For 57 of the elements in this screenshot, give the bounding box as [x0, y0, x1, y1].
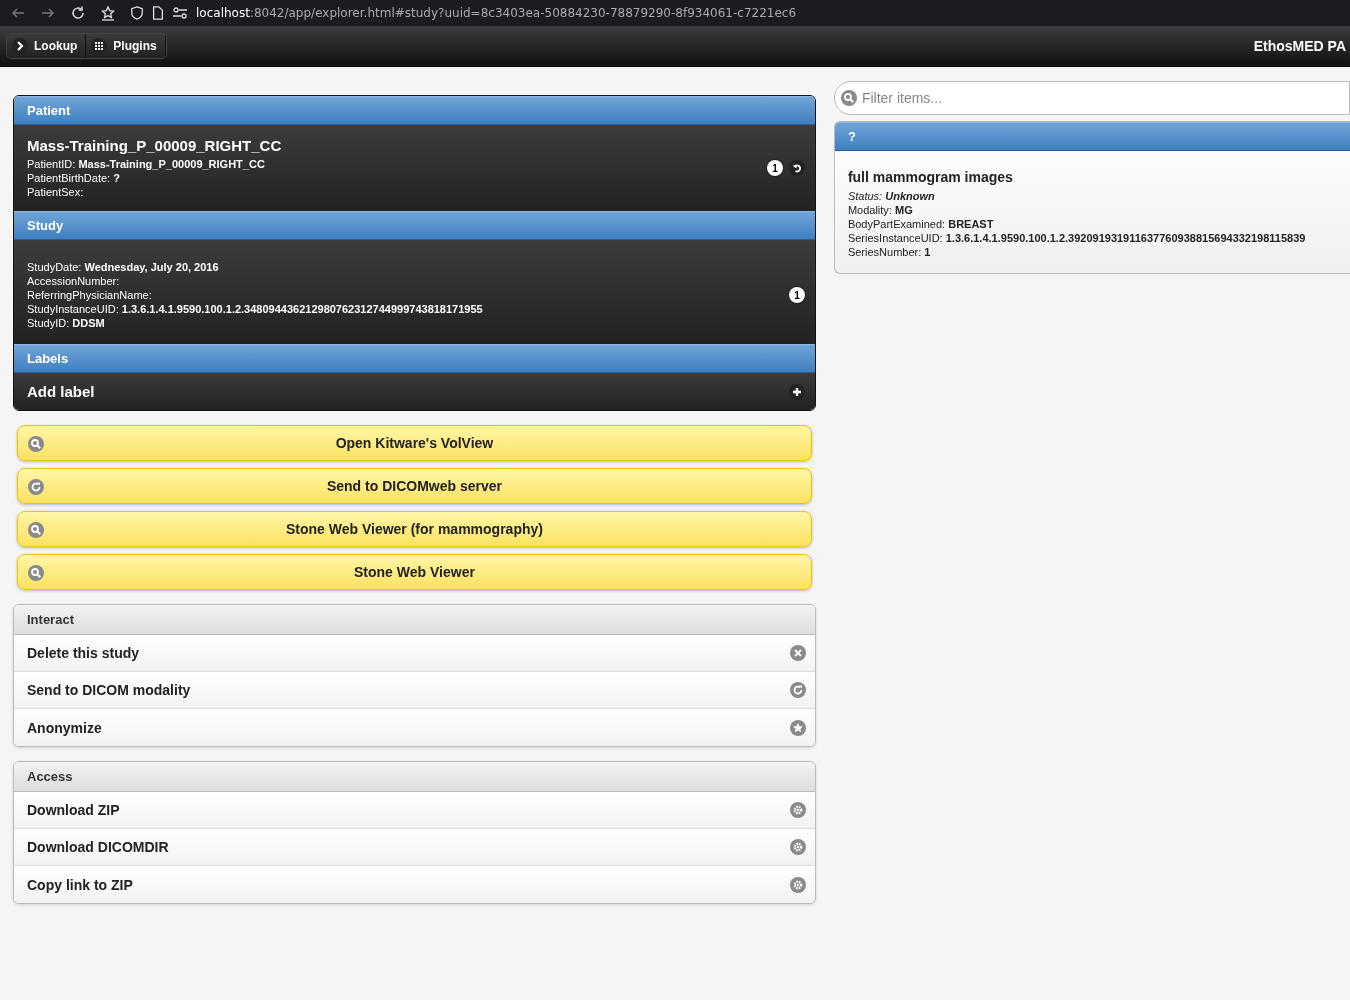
- plus-icon: [788, 383, 805, 400]
- info-line: StudyDate: Wednesday, July 20, 2016: [27, 260, 220, 274]
- settings-icon[interactable]: [172, 7, 188, 19]
- plugin-button[interactable]: Stone Web Viewer: [17, 554, 812, 590]
- section-header: Labels: [14, 344, 815, 373]
- action-item[interactable]: Delete this study: [14, 635, 815, 672]
- info-line: SeriesNumber: 1: [847, 245, 932, 259]
- info-line: PatientID: Mass-Training_P_00009_RIGHT_CC: [27, 157, 266, 171]
- gear-icon: [789, 802, 806, 818]
- action-item[interactable]: Anonymize: [14, 709, 815, 746]
- series-title: full mammogram images: [847, 169, 1014, 185]
- info-line: SeriesInstanceUID: 1.3.6.1.4.1.9590.100.1.2.392091931911637760938815694332198115839: [847, 231, 1307, 245]
- chevron-icon: [12, 38, 28, 54]
- filter-field[interactable]: Filter items...: [833, 81, 1350, 115]
- grid-icon: [91, 38, 108, 54]
- section-header: Patient: [14, 96, 815, 125]
- search-icon: [28, 436, 44, 452]
- count-badge: 1: [766, 160, 783, 176]
- info-line: StudyID: DDSM: [27, 316, 106, 330]
- plugin-button[interactable]: Stone Web Viewer (for mammography): [17, 511, 812, 547]
- list-header: Access: [14, 762, 815, 792]
- search-icon: [28, 522, 44, 538]
- plugin-button[interactable]: Send to DICOMweb server: [17, 468, 812, 504]
- page-icon: [152, 6, 164, 20]
- gear-icon: [789, 876, 806, 893]
- plugin-button[interactable]: Open Kitware's VolView: [17, 425, 812, 461]
- patient-name: Mass-Training_P_00009_RIGHT_CC: [27, 137, 283, 154]
- toolbar-button[interactable]: Lookup: [7, 34, 87, 58]
- count-badge: 1: [788, 287, 805, 303]
- search-icon: [28, 565, 44, 581]
- app-title: EthosMED PA: [1253, 38, 1346, 54]
- info-line: ReferringPhysicianName:: [27, 288, 153, 302]
- action-item[interactable]: Send to DICOM modality: [14, 672, 815, 709]
- info-line: PatientBirthDate: ?: [27, 171, 121, 185]
- info-line: Status: Unknown: [847, 189, 936, 203]
- gear-icon: [789, 839, 806, 855]
- list-header: Interact: [14, 605, 815, 635]
- info-line: PatientSex:: [27, 185, 85, 199]
- section-header: Study: [14, 211, 815, 240]
- undo-icon: [788, 160, 805, 176]
- shield-icon[interactable]: [130, 6, 144, 20]
- refresh-icon: [789, 682, 806, 698]
- action-item[interactable]: Download ZIP: [14, 792, 815, 829]
- action-item[interactable]: Download DICOMDIR: [14, 829, 815, 866]
- bookmark-star-icon[interactable]: [100, 5, 116, 21]
- refresh-icon: [28, 479, 44, 495]
- add-label-link[interactable]: Add label: [14, 373, 108, 410]
- info-line: StudyInstanceUID: 1.3.6.1.4.1.9590.100.1.2.348094436212980762312744999743818171955: [27, 302, 484, 316]
- reload-icon[interactable]: [70, 5, 86, 21]
- action-item[interactable]: Copy link to ZIP: [14, 866, 815, 903]
- info-line: AccessionNumber:: [27, 274, 121, 288]
- info-line: BodyPartExamined: BREAST: [847, 217, 995, 231]
- delete-icon: [789, 645, 806, 661]
- series-item[interactable]: full mammogram images Status: Unknown Modality: MG BodyPartExamined: BREAST SeriesInstanceUID: 1.3.6.1.4.1.9590.100.1.2.392091931911637760938815694332198115839 SeriesNumber: 1: [834, 151, 1350, 273]
- toolbar-button[interactable]: Plugins: [86, 34, 166, 58]
- section-header: ?: [834, 122, 1350, 151]
- info-line: Modality: MG: [847, 203, 914, 217]
